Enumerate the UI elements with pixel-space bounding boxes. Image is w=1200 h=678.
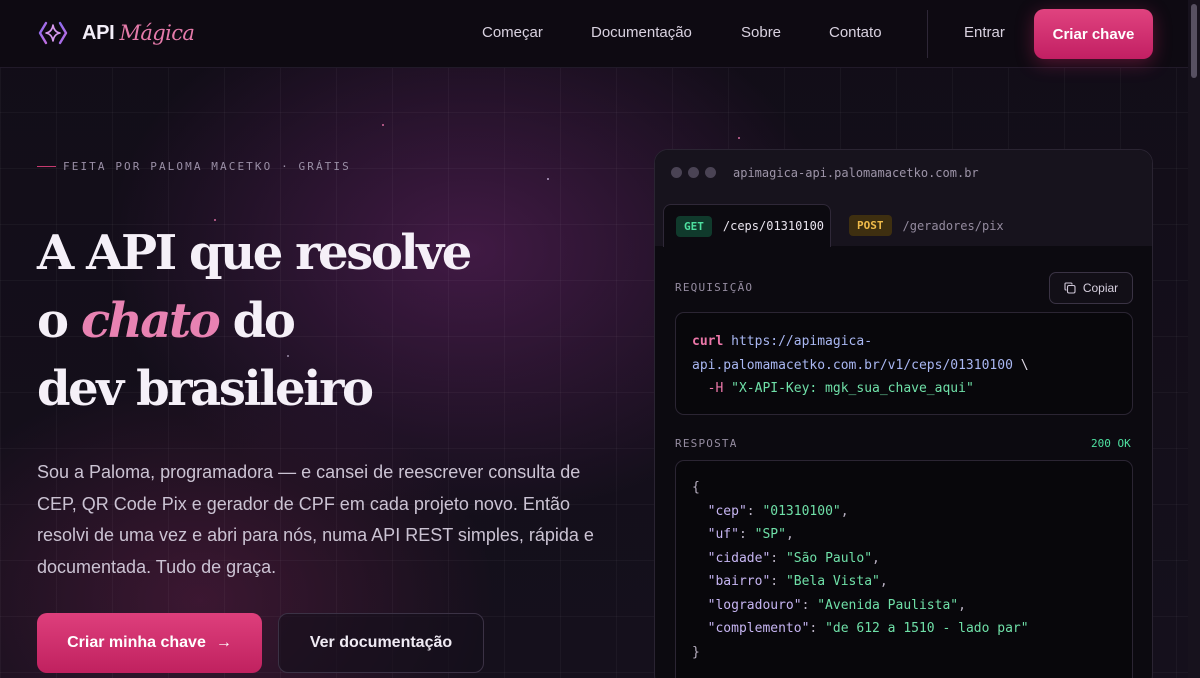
json-value: "01310100" (762, 503, 841, 519)
json-key: "uf" (707, 527, 739, 542)
response-code-block: { "cep": "01310100", "uf": "SP", "cidade… (675, 460, 1133, 678)
headline-accent: chato (80, 293, 221, 349)
top-navbar: API Mágica Começar Documentação Sobre Co… (0, 0, 1188, 68)
json-value: "São Paulo" (785, 550, 873, 566)
nav-divider (927, 10, 928, 58)
nav-link-contato[interactable]: Contato (829, 24, 882, 41)
tab-path: /geradores/pix (902, 218, 1004, 233)
hero-eyebrow: FEITA POR PALOMA MACETKO · GRÁTIS (37, 160, 351, 173)
request-label: REQUISIÇÃO (675, 281, 754, 294)
headline-line-1: A API que resolve (37, 225, 472, 281)
scrollbar-thumb[interactable] (1191, 4, 1197, 78)
json-value: "de 612 a 1510 - lado par" (825, 621, 1029, 636)
hero-headline: A API que resolve o chato do dev brasile… (37, 219, 597, 423)
create-my-key-button[interactable]: Criar minha chave → (37, 613, 262, 673)
json-value: "Avenida Paulista" (817, 597, 959, 613)
json-key: "complemento" (707, 621, 810, 636)
window-dot-icon (688, 167, 699, 178)
card-url: apimagica-api.palomamacetko.com.br (733, 166, 979, 180)
headline-line-2-post: do (218, 293, 296, 349)
json-key: "bairro" (707, 574, 771, 589)
code-continuation: \ (1012, 357, 1029, 373)
code-url: https://apimagica- (731, 334, 873, 349)
request-code-block: curl https://apimagica- api.palomamacetk… (675, 312, 1133, 415)
brand-name-accent: Mágica (119, 21, 195, 45)
view-docs-button[interactable]: Ver documentação (278, 613, 484, 673)
code-example-card: apimagica-api.palomamacetko.com.br GET /… (654, 149, 1153, 678)
decorative-star (382, 124, 384, 126)
arrow-right-icon: → (215, 634, 232, 651)
page-scrollbar[interactable] (1188, 0, 1200, 678)
json-key: "cidade" (707, 550, 771, 566)
json-value: "Bela Vista" (785, 574, 880, 589)
login-link[interactable]: Entrar (964, 24, 1005, 41)
brand-logo[interactable]: API Mágica (38, 20, 195, 46)
create-my-key-label: Criar minha chave (67, 634, 206, 651)
hero-description: Sou a Paloma, programadora — e cansei de… (37, 462, 594, 577)
json-value: "SP" (754, 527, 786, 542)
method-badge-get: GET (676, 215, 712, 237)
sparkle-icon (38, 21, 68, 45)
code-command: curl (692, 334, 724, 349)
code-header-value: "X-API-Key: mgk_sua_chave_aqui" (731, 381, 974, 396)
create-key-button[interactable]: Criar chave (1034, 9, 1153, 59)
status-badge: 200 OK (1091, 437, 1131, 450)
headline-line-2-pre: o (37, 293, 81, 349)
json-key: "cep" (707, 503, 747, 519)
decorative-star (547, 178, 549, 180)
brand-name: API (82, 21, 115, 44)
json-key: "logradouro" (707, 597, 802, 613)
response-label: RESPOSTA (675, 437, 738, 450)
eyebrow-text: FEITA POR PALOMA MACETKO · GRÁTIS (63, 160, 351, 173)
nav-link-sobre[interactable]: Sobre (741, 24, 781, 41)
card-titlebar: apimagica-api.palomamacetko.com.br GET /… (655, 150, 1152, 247)
copy-icon (1064, 282, 1076, 294)
copy-button[interactable]: Copiar (1049, 272, 1133, 304)
decorative-star (738, 137, 740, 139)
window-dot-icon (705, 167, 716, 178)
code-flag: -H (692, 381, 732, 396)
window-dot-icon (671, 167, 682, 178)
json-brace: { (692, 480, 700, 495)
headline-line-3: dev brasileiro (37, 361, 374, 417)
nav-link-comecar[interactable]: Começar (482, 24, 543, 41)
tab-post-pix[interactable]: POST /geradores/pix (849, 204, 1004, 247)
nav-link-documentacao[interactable]: Documentação (591, 24, 692, 41)
json-brace: } (692, 644, 700, 660)
tab-path: /ceps/01310100 (722, 219, 825, 233)
copy-label: Copiar (1082, 281, 1119, 295)
tab-get-ceps[interactable]: GET /ceps/01310100 (663, 204, 831, 247)
code-url: api.palomamacetko.com.br/v1/ceps/0131010… (692, 357, 1013, 373)
method-badge-post: POST (849, 215, 892, 236)
eyebrow-line (37, 166, 56, 167)
